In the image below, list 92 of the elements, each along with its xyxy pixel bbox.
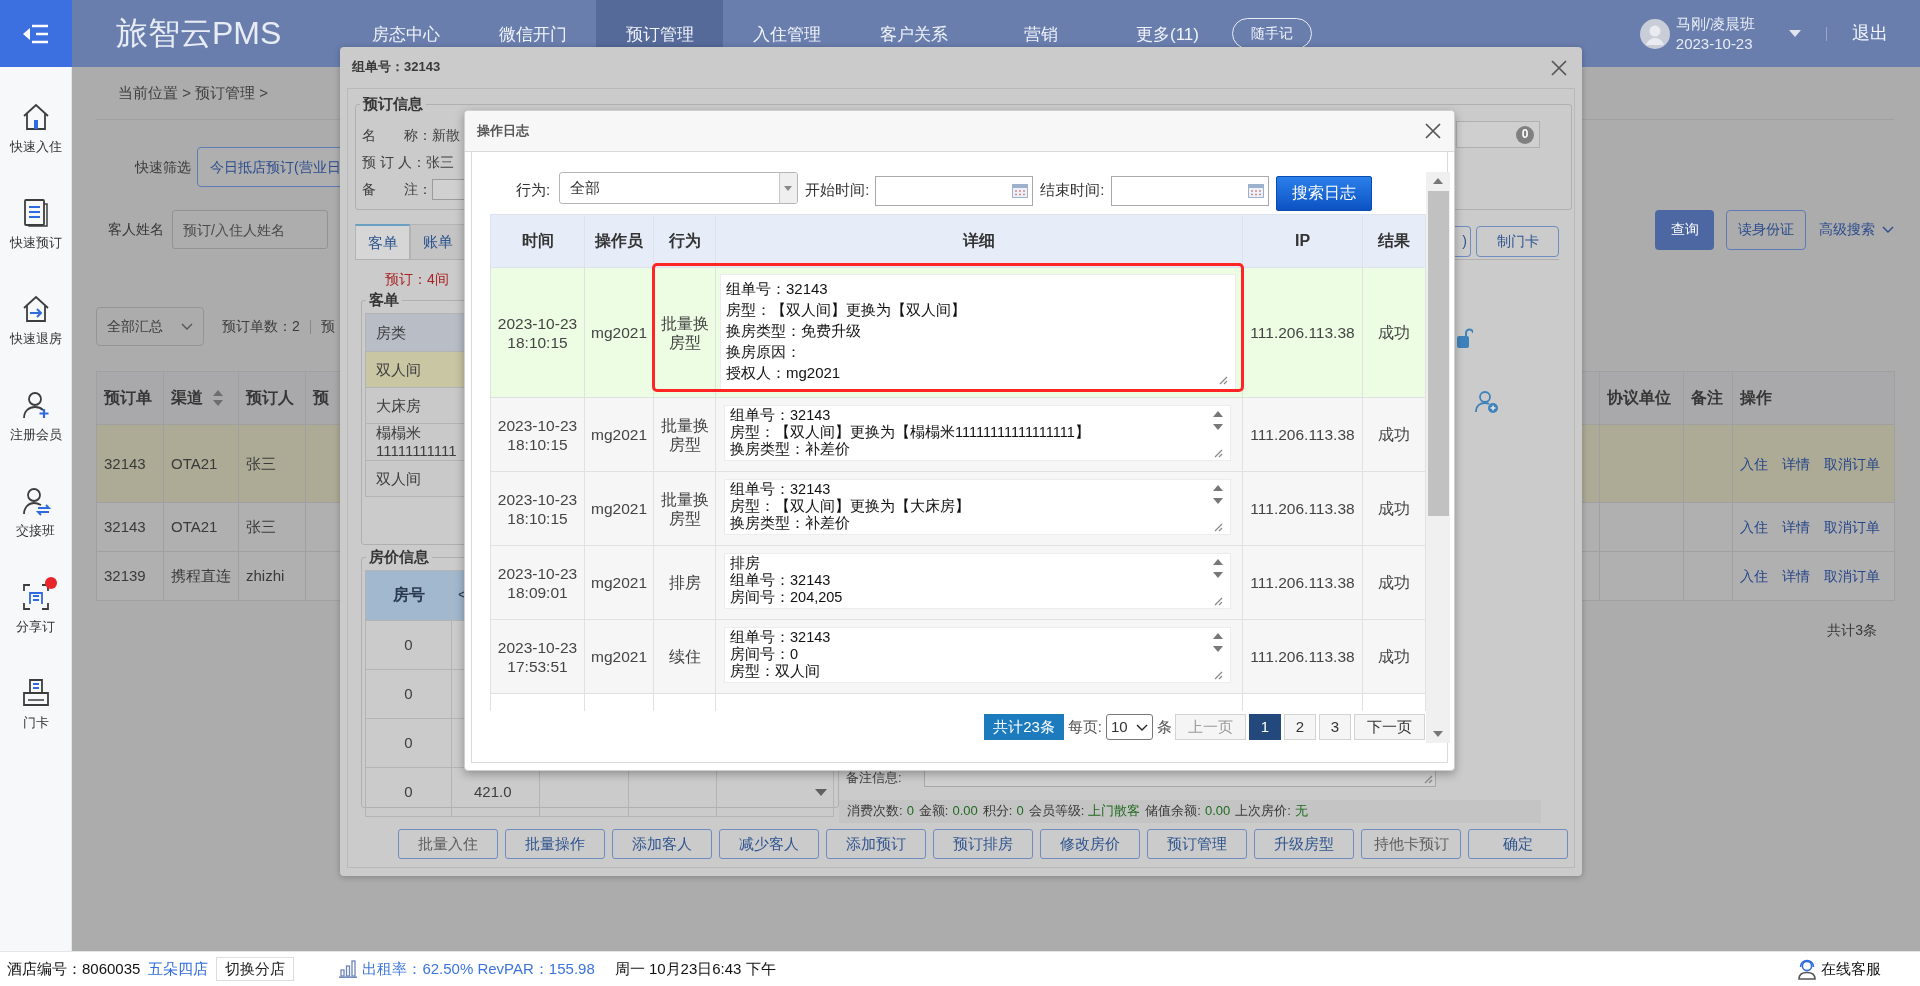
table-cell: 批量换房型 [653,397,716,472]
field-label: 名 称： [362,126,432,145]
table-cell: 0 [365,620,452,670]
stat-value: 0 [906,803,914,820]
filter-label: 开始时间: [805,180,870,200]
table-cell: 111.206.113.38 [1242,471,1363,546]
table-cell: 2023-10-23 18:10:15 [490,267,585,398]
column-header: 房号 [365,570,452,621]
filter-label: 快速筛选 [135,157,191,177]
table-cell: 成功 [1362,545,1426,620]
summary-stat: 预订单数：2 [222,317,300,336]
stat-label: 会员等级: [1028,803,1085,820]
app-logo: 旅智云PMS [116,15,283,52]
column-header: 预订人 [246,387,294,408]
filter-label: 结束时间: [1040,180,1105,200]
column-header: IP [1242,214,1363,268]
field-value: 新散 [432,126,460,145]
per-page-unit: 条 [1157,717,1172,737]
breadcrumb: 当前位置 > 预订管理 > [118,83,269,103]
stat-label: 积分: [982,803,1013,820]
section-legend: 房价信息 [366,547,432,567]
count-badge: 0 [1516,125,1534,144]
table-cell: 2023-10-23 18:09:01 [490,545,585,620]
table-cell: 成功 [1362,619,1426,694]
column-header: 渠道 [171,387,203,408]
table-cell: mg2021 [584,619,654,694]
shift-date: 2023-10-23 [1675,33,1754,54]
stat-label: 储值余额: [1145,803,1201,820]
table-cell: 成功 [1362,471,1426,546]
section-legend: 预订信息 [360,94,426,114]
user-name: 马刚/凌晨班 [1675,13,1755,34]
column-header: 预 [313,387,329,408]
table-cell: 2023-10-23 17:53:51 [490,619,585,694]
stat-label: 消费次数: [847,803,903,820]
table-cell: 0 [365,767,452,817]
date-time: 周一 10月23日6:43 下午 [614,959,776,979]
table-cell: 成功 [1362,267,1426,398]
per-page-label: 每页: [1067,717,1102,737]
column-header: 详细 [715,214,1243,268]
column-header: 预订单 [104,387,152,408]
table-cell: 2023-10-23 18:10:15 [490,397,585,472]
table-cell: 2023-10-23 18:10:15 [490,471,585,546]
table-cell: OTA21 [163,424,239,503]
stat-label: 金额: [918,803,949,820]
table-cell: 32143 [96,502,164,552]
column-header: 结果 [1362,214,1426,268]
room-count: 预订：4间 [385,271,449,287]
table-cell: zhizhi [238,551,306,601]
total-count: 共计23条 [984,714,1064,740]
table-cell: 续住 [653,619,716,694]
column-header: 操作 [1740,387,1772,408]
table-cell: 批量换房型 [653,267,716,398]
filter-label: 行为: [516,180,551,200]
table-cell: 111.206.113.38 [1242,397,1363,472]
hotel-id: 酒店编号：8060035 [7,959,141,979]
field-label: 备注信息: [845,770,903,787]
stat-value: 无 [1294,803,1308,820]
stat-value: 上门散客 [1088,803,1141,820]
table-cell: 32139 [96,551,164,601]
stat-value: 0.00 [1204,803,1231,820]
table-cell: 32143 [96,424,164,503]
total-count: 共计3条 [1827,622,1877,638]
table-cell: 0 [365,669,452,719]
stat-value: 0 [1016,803,1024,820]
table-cell: 张三 [238,424,306,503]
field-value: 张三 [425,153,454,172]
table-cell: 111.206.113.38 [1242,619,1363,694]
table-cell: mg2021 [584,545,654,620]
dialog-title: 组单号：32143 [352,59,441,76]
table-cell: 0 [365,718,452,768]
table-cell: 排房 [653,545,716,620]
stat-label: 上次房价: [1235,803,1291,820]
table-cell: 111.206.113.38 [1242,545,1363,620]
section-legend: 客单 [366,290,402,310]
column-header: 协议单位 [1607,387,1671,408]
column-header: 备注 [1691,387,1723,408]
table-cell: 携程直连 [163,551,239,601]
table-cell: 张三 [238,502,306,552]
column-header: 时间 [490,214,585,268]
field-label: 客人姓名 [108,220,164,239]
column-header: 操作员 [584,214,654,268]
table-cell: 111.206.113.38 [1242,267,1363,398]
occupancy-stats: 出租率：62.50% RevPAR：155.98 [362,959,595,979]
dialog-title: 操作日志 [477,122,529,140]
table-cell: 成功 [1362,397,1426,472]
summary-stat: 预 [320,317,335,336]
table-cell: mg2021 [584,471,654,546]
table-cell: OTA21 [163,502,239,552]
table-cell: 批量换房型 [653,471,716,546]
table-cell: mg2021 [584,397,654,472]
stat-value: 0.00 [952,803,978,820]
column-header: 行为 [653,214,716,268]
